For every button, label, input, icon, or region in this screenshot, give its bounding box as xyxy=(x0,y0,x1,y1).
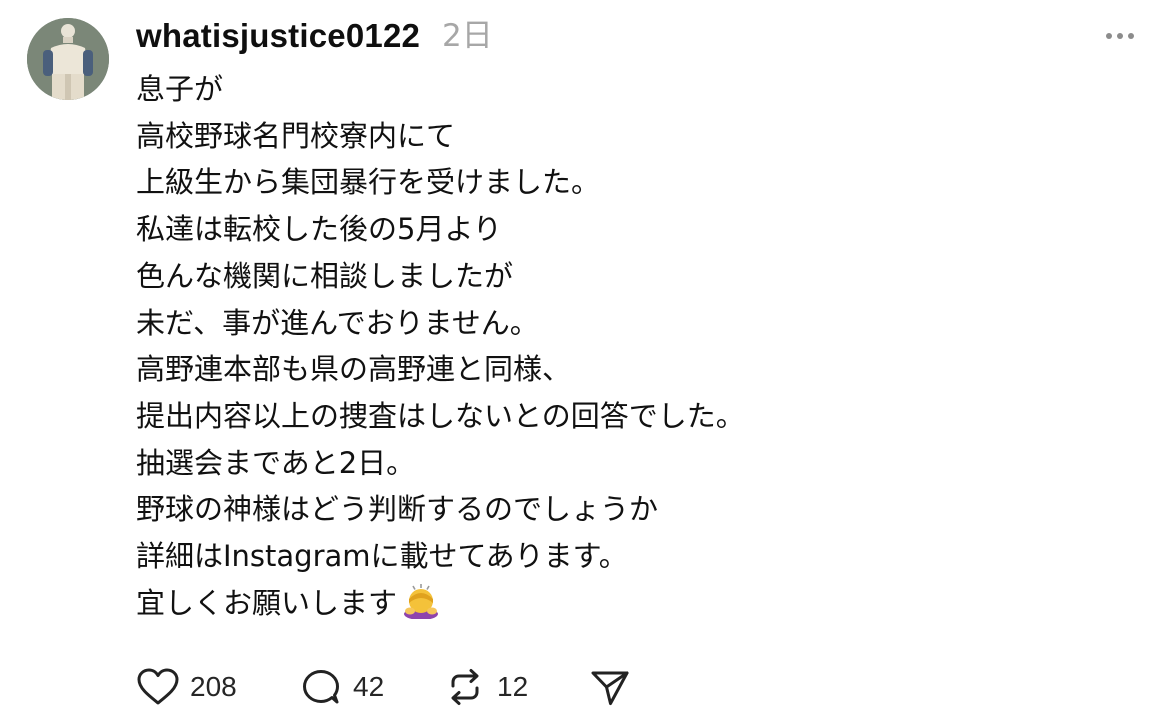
comment-button[interactable]: 42 xyxy=(299,662,384,712)
post-line: 詳細はInstagramに載せてあります。 xyxy=(136,539,628,574)
baseball-player-avatar-icon xyxy=(27,18,109,100)
post-timestamp: 2日 xyxy=(442,18,493,54)
post-line: 高野連本部も県の高野連と同様、 xyxy=(136,352,572,387)
like-count: 208 xyxy=(190,671,237,702)
post-line: 抽選会まであと2日。 xyxy=(136,445,416,480)
post-line-last-text: 宜しくお願いします xyxy=(136,585,398,620)
post-line: 色んな機関に相談しましたが xyxy=(136,258,514,293)
post-line: 上級生から集団暴行を受けました。 xyxy=(136,165,601,200)
post-body: 息子が 高校野球名門校寮内にて 上級生から集団暴行を受けました。 私達は転校した… xyxy=(136,66,1136,626)
comment-bubble-icon xyxy=(303,670,339,704)
repost-button[interactable]: 12 xyxy=(443,662,528,712)
share-button[interactable] xyxy=(588,662,632,712)
post-line: 私達は転校した後の5月より xyxy=(136,212,502,247)
post: whatisjustice0122 2日 息子が 高校野球名門校寮内にて 上級生… xyxy=(0,0,1170,723)
post-line-last: 宜しくお願いします xyxy=(136,580,1136,627)
repost-count: 12 xyxy=(497,671,529,702)
comment-count: 42 xyxy=(353,671,385,702)
like-button[interactable]: 208 xyxy=(136,662,237,712)
post-line: 息子が xyxy=(136,72,224,106)
post-line: 未だ、事が進んでおりません。 xyxy=(136,305,539,340)
avatar[interactable] xyxy=(27,18,109,100)
share-send-icon xyxy=(591,671,629,705)
heart-icon xyxy=(137,668,179,705)
more-dots-icon[interactable] xyxy=(1098,22,1142,50)
username[interactable]: whatisjustice0122 xyxy=(136,14,420,58)
post-line: 提出内容以上の捜査はしないとの回答でした。 xyxy=(136,398,745,433)
post-line: 高校野球名門校寮内にて xyxy=(136,118,456,153)
person-bowing-emoji-icon xyxy=(401,583,441,620)
repost-icon xyxy=(451,669,479,705)
post-line: 野球の神様はどう判断するのでしょうか xyxy=(136,492,659,527)
